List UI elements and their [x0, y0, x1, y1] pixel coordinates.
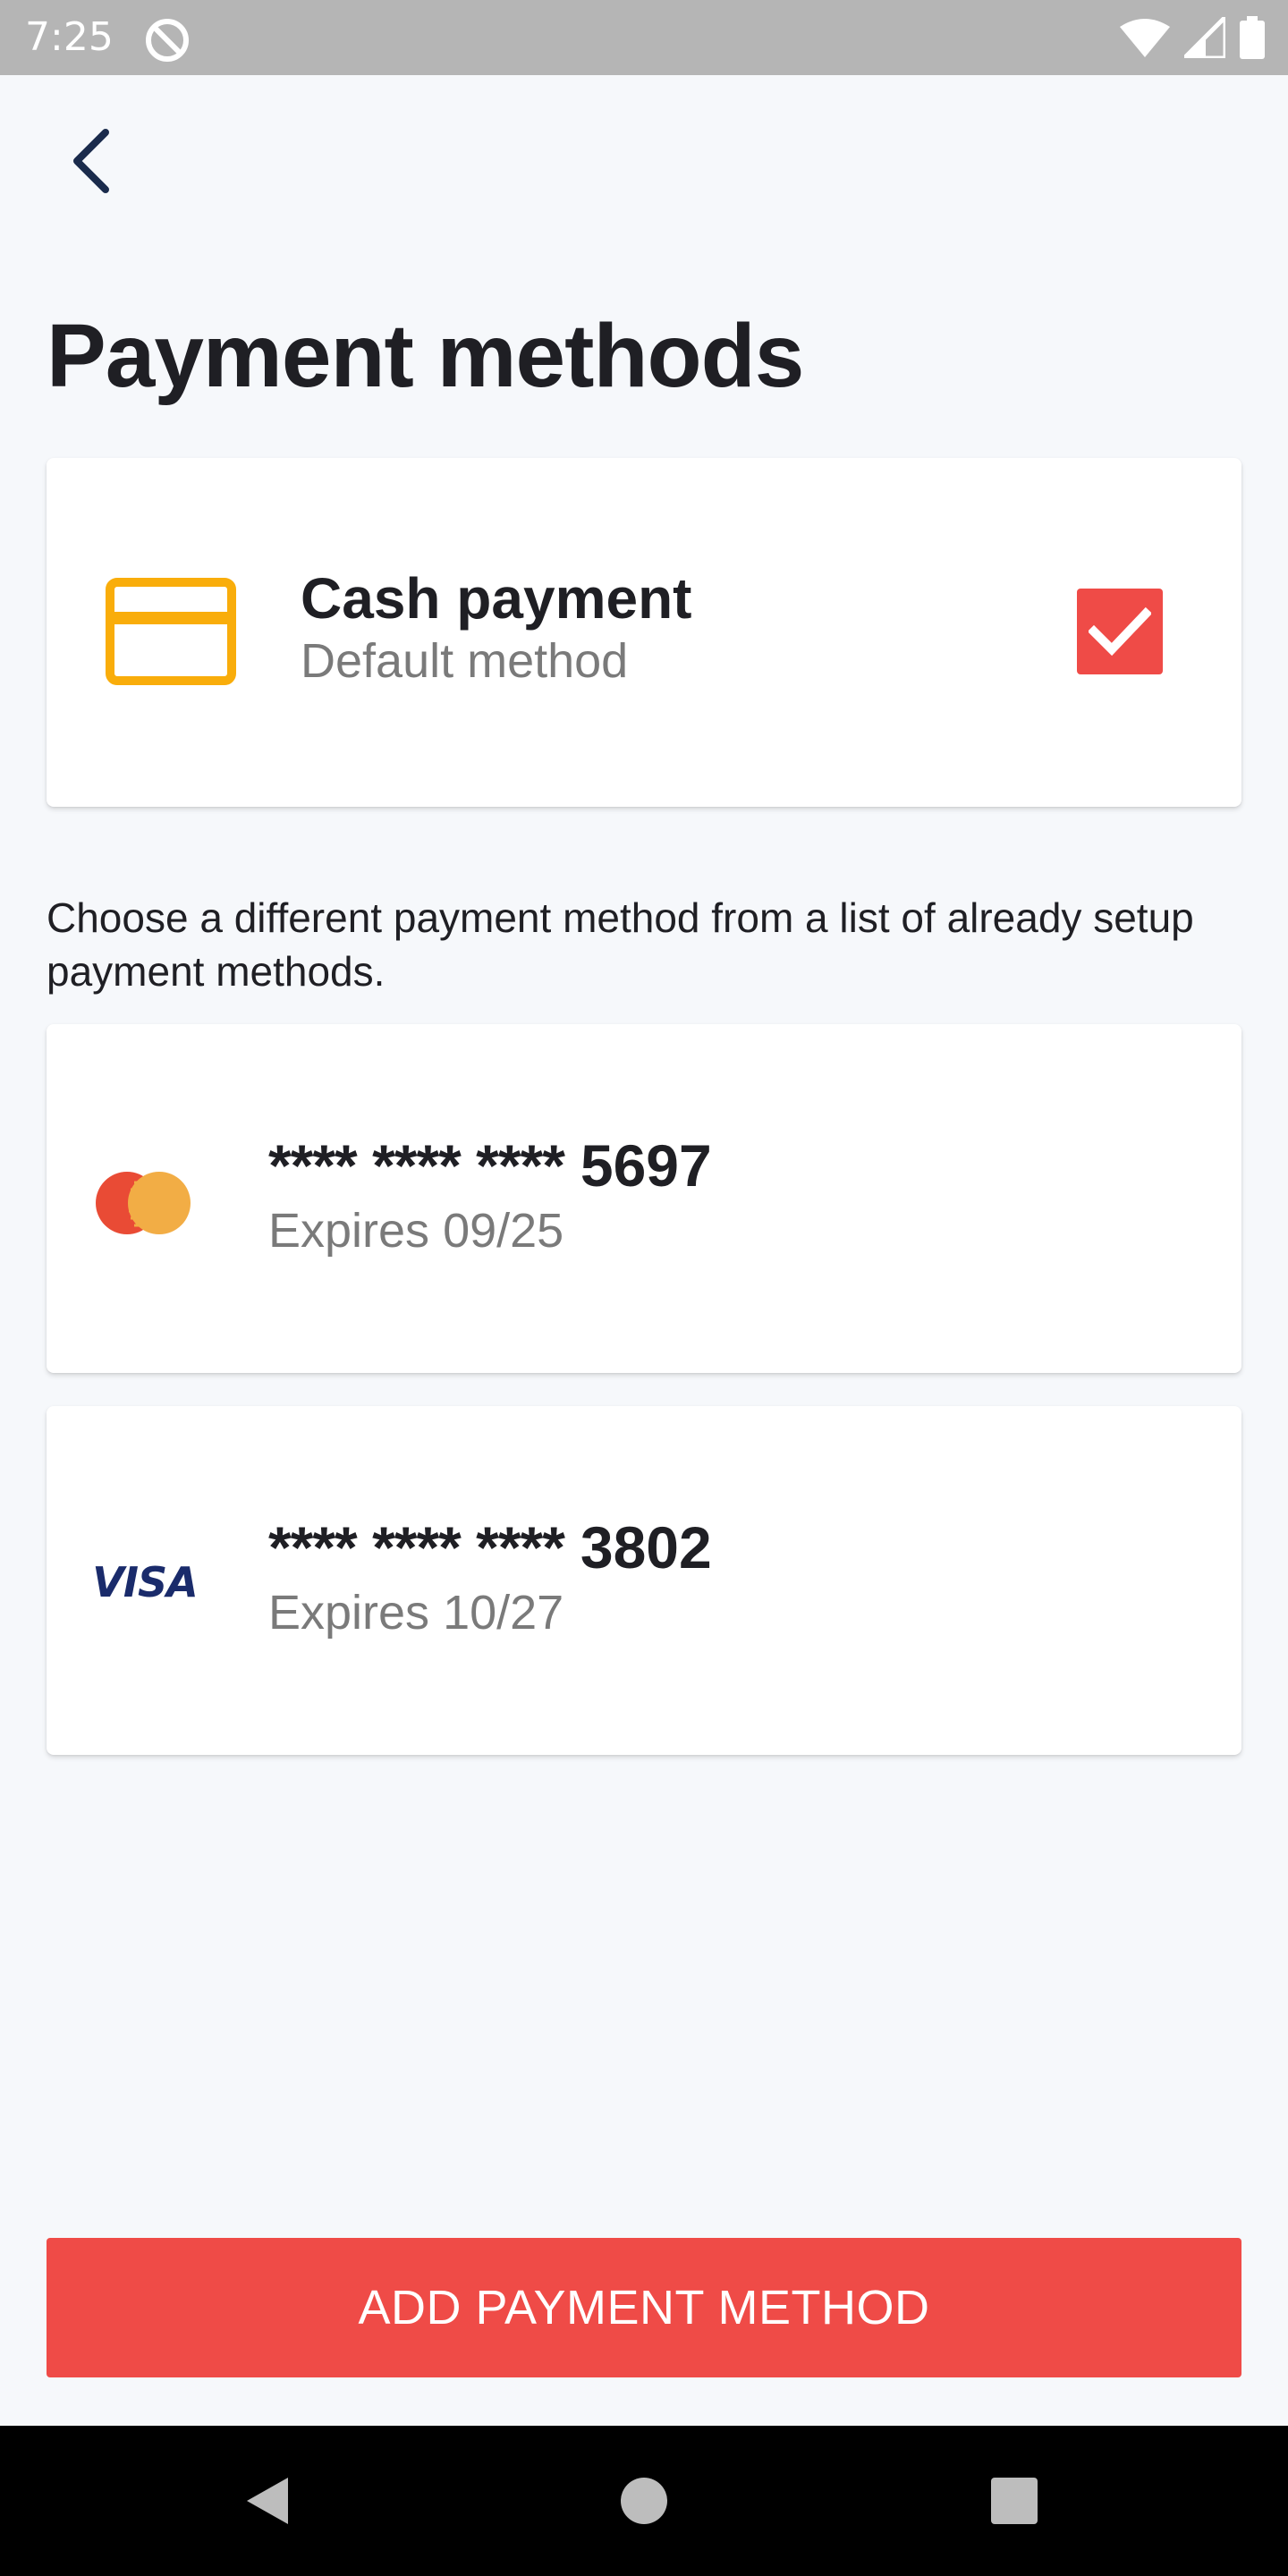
signal-icon: [1184, 17, 1225, 58]
nav-home-icon[interactable]: [621, 2478, 667, 2524]
card-number-mask: **** **** ****: [268, 1514, 565, 1580]
default-method-checkbox[interactable]: [1077, 589, 1163, 674]
card-expiry: Expires 09/25: [268, 1204, 564, 1258]
add-payment-method-button[interactable]: ADD PAYMENT METHOD: [47, 2238, 1241, 2377]
chevron-left-icon: [73, 129, 109, 193]
nav-recents-icon[interactable]: [991, 2478, 1038, 2524]
visa-logo: VISA: [92, 1533, 198, 1631]
card-number: **** **** **** 5697: [268, 1131, 712, 1199]
status-time: 7:25: [25, 14, 114, 60]
battery-icon: [1240, 16, 1265, 59]
back-button[interactable]: [54, 125, 125, 197]
status-icons: [1120, 14, 1265, 61]
saved-card-mastercard[interactable]: **** **** **** 5697 Expires 09/25: [47, 1024, 1241, 1373]
card-expiry: Expires 10/27: [268, 1586, 564, 1640]
credit-card-icon: [106, 578, 236, 685]
saved-card-visa[interactable]: VISA **** **** **** 3802 Expires 10/27: [47, 1406, 1241, 1755]
card-last4: 3802: [580, 1514, 712, 1580]
mastercard-logo: [91, 1154, 195, 1252]
system-navigation-bar: [0, 2426, 1288, 2576]
default-method-subtitle: Default method: [301, 634, 629, 688]
page-title: Payment methods: [47, 306, 804, 406]
mastercard-icon: [96, 1172, 191, 1234]
app-notification-icon: [146, 19, 189, 62]
payment-methods-description: Choose a different payment method from a…: [47, 894, 1194, 995]
wifi-icon: [1120, 19, 1170, 57]
default-payment-card[interactable]: Cash payment Default method: [47, 458, 1241, 807]
visa-icon: VISA: [92, 1558, 198, 1606]
card-number: **** **** **** 3802: [268, 1513, 712, 1581]
status-bar: 7:25: [0, 0, 1288, 75]
card-number-mask: **** **** ****: [268, 1132, 565, 1199]
check-icon: [1089, 606, 1151, 657]
default-method-title: Cash payment: [301, 566, 692, 631]
card-last4: 5697: [580, 1132, 712, 1199]
nav-back-icon[interactable]: [242, 2474, 295, 2528]
